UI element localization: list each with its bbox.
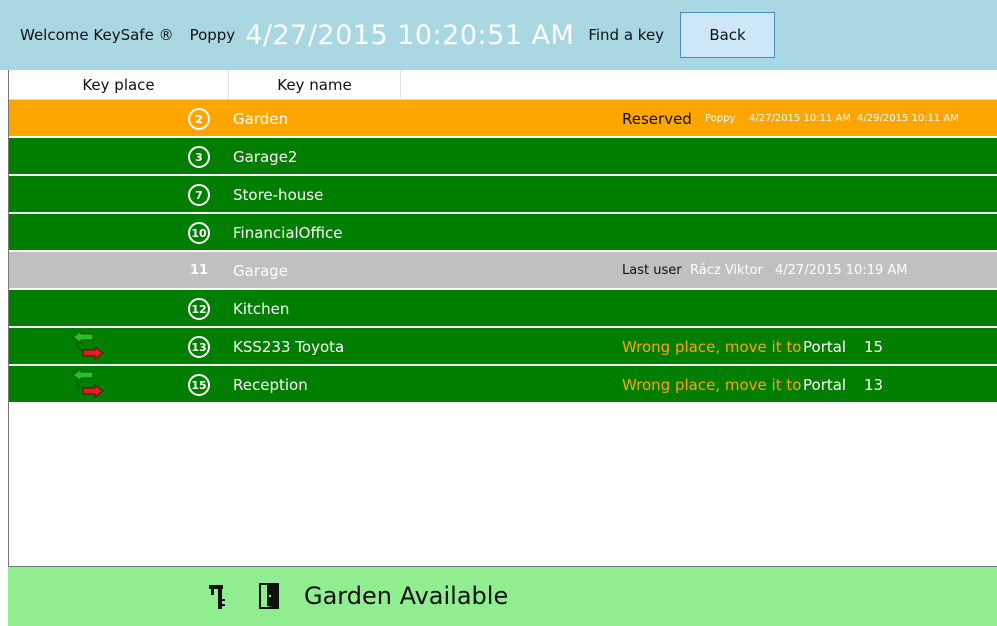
key-row-financial-office[interactable]: 10 FinancialOffice [9, 214, 997, 252]
key-row-kss233-toyota[interactable]: 13 KSS233 Toyota Wrong place, move it to… [9, 328, 997, 366]
header-bar: Welcome KeySafe ® Poppy 4/27/2015 10:20:… [0, 0, 997, 70]
back-button[interactable]: Back [680, 12, 776, 58]
wrong-place-warning: Wrong place, move it to [622, 338, 802, 356]
key-name: Kitchen [233, 300, 290, 318]
target-portal-label: Portal [803, 338, 847, 356]
key-icon [209, 585, 225, 609]
target-portal-number: 13 [864, 376, 884, 394]
target-portal-label: Portal [803, 376, 847, 394]
reserved-by: Poppy [705, 113, 736, 124]
key-name: Garage [233, 262, 288, 280]
column-header-key-name[interactable]: Key name [229, 70, 401, 100]
key-name: KSS233 Toyota [233, 338, 345, 356]
key-row-reception[interactable]: 15 Reception Wrong place, move it to Por… [9, 366, 997, 404]
key-place-badge: 10 [188, 222, 210, 244]
reserved-from: 4/27/2015 10:11 AM [749, 113, 851, 124]
door-icon [259, 583, 279, 609]
key-place-badge: 12 [188, 298, 210, 320]
key-place-badge: 2 [188, 108, 210, 130]
welcome-label: Welcome KeySafe ® [20, 26, 174, 44]
clock-display: 4/27/2015 10:20:51 AM [245, 19, 575, 51]
key-place-badge: 7 [188, 184, 210, 206]
target-portal-number: 15 [864, 338, 884, 356]
last-user-time: 4/27/2015 10:19 AM [775, 263, 908, 278]
key-list: Key place Key name 2 Garden Reserved Pop… [8, 70, 997, 567]
swap-arrows-icon [72, 331, 104, 360]
column-header-key-place[interactable]: Key place [9, 70, 229, 100]
column-header-row: Key place Key name [9, 70, 997, 100]
wrong-place-warning: Wrong place, move it to [622, 376, 802, 394]
find-key-label: Find a key [588, 26, 665, 44]
swap-arrows-icon [72, 369, 104, 398]
key-row-garage[interactable]: 11 Garage Last user Rácz Viktor 4/27/201… [9, 252, 997, 290]
key-row-garage2[interactable]: 3 Garage2 [9, 138, 997, 176]
current-user: Poppy [189, 26, 236, 44]
key-place-badge: 3 [188, 146, 210, 168]
last-user-label: Last user [622, 263, 682, 278]
last-user-name: Rácz Viktor [690, 263, 763, 278]
key-name: Garage2 [233, 148, 298, 166]
key-name: Reception [233, 376, 308, 394]
key-place-badge: 13 [188, 336, 210, 358]
key-name: Garden [233, 110, 288, 128]
key-row-kitchen[interactable]: 12 Kitchen [9, 290, 997, 328]
reservation-status: Reserved [622, 110, 692, 128]
key-name: Store-house [233, 186, 324, 204]
key-place-number: 11 [189, 263, 209, 278]
status-bar: Garden Available [8, 567, 997, 626]
key-status-message: Garden Available [304, 582, 509, 610]
key-place-badge: 15 [188, 374, 210, 396]
reserved-to: 4/29/2015 10:11 AM [857, 113, 959, 124]
key-row-garden[interactable]: 2 Garden Reserved Poppy 4/27/2015 10:11 … [9, 100, 997, 138]
key-row-store-house[interactable]: 7 Store-house [9, 176, 997, 214]
key-name: FinancialOffice [233, 224, 343, 242]
